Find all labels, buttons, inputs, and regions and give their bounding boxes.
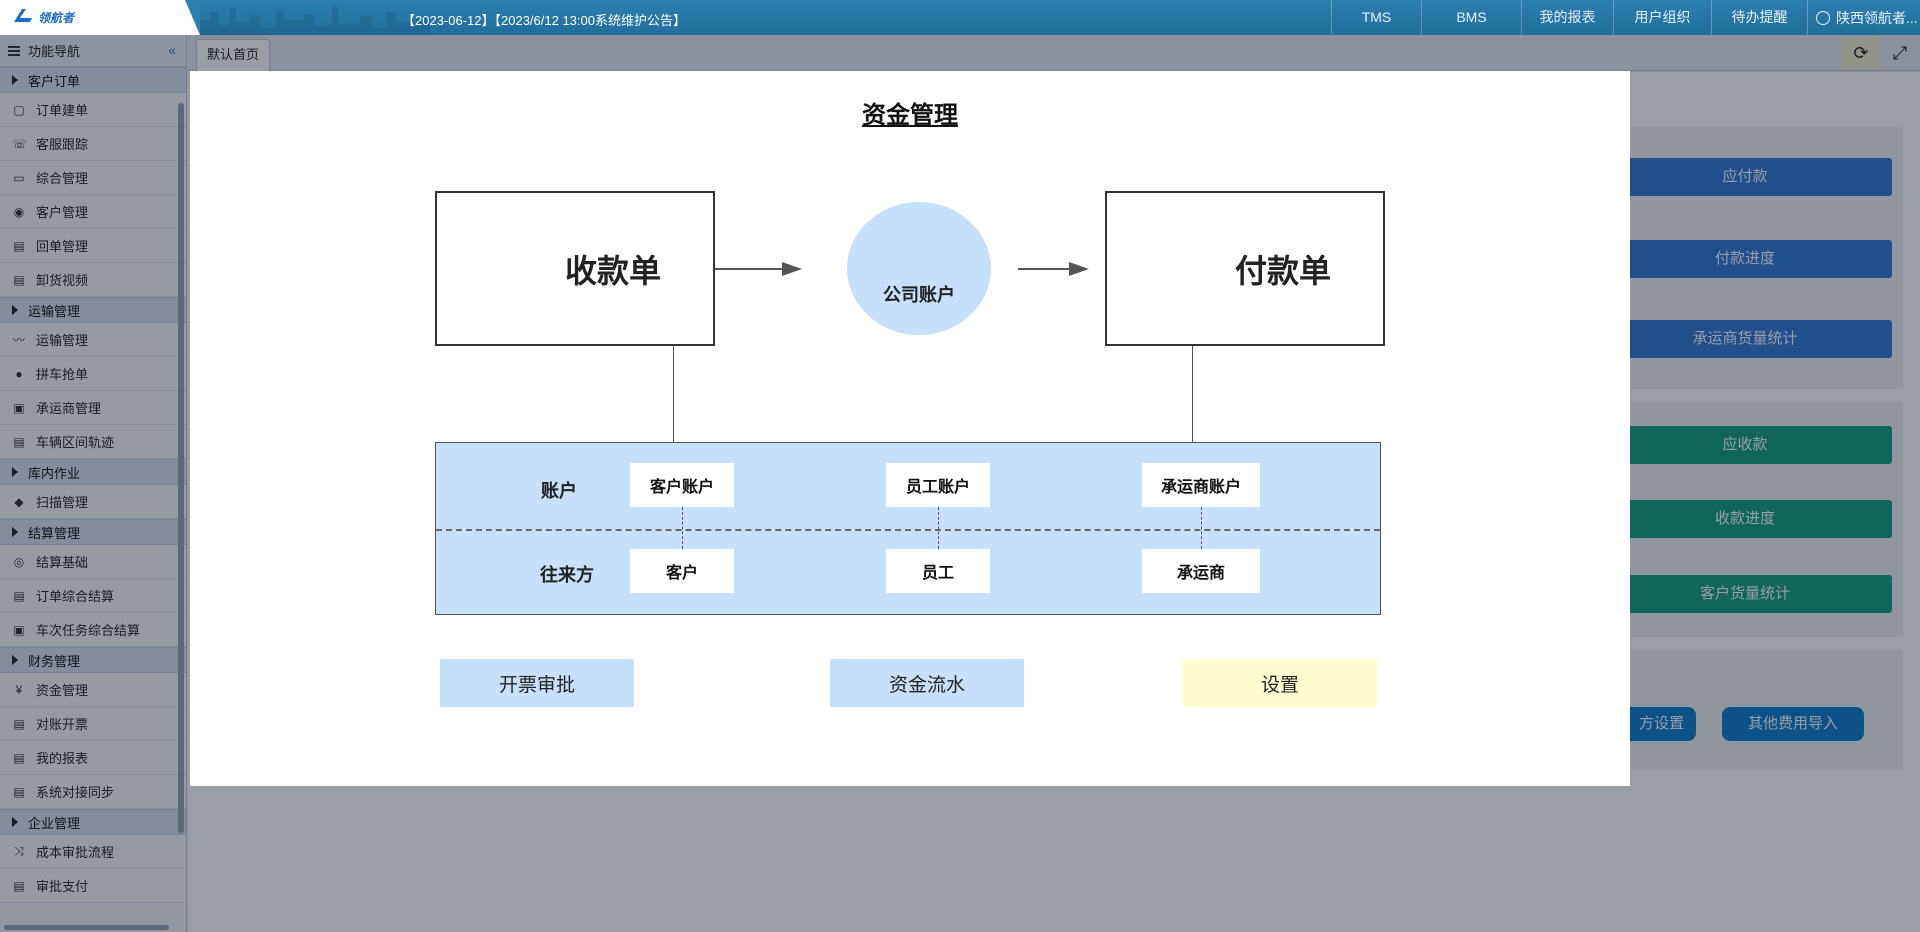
maintenance-notice[interactable]: 【2023-06-12】【2023/6/12 13:00系统维护公告】 [402, 10, 686, 29]
settings-action-button[interactable]: 设置 [1183, 659, 1377, 707]
arrow-account-to-payment [1018, 268, 1070, 270]
arrow-head [1069, 262, 1089, 276]
top-bar: 领航者 【2023-06-12】【2023/6/12 13:00系统维护公告】 … [0, 0, 1920, 35]
connector-line [673, 346, 674, 442]
employee-box[interactable]: 员工 [886, 549, 990, 593]
fund-flow-button[interactable]: 资金流水 [830, 659, 1024, 707]
row-label-party: 往来方 [540, 565, 594, 585]
carrier-box[interactable]: 承运商 [1142, 549, 1260, 593]
connector-line [1192, 346, 1193, 442]
employee-account-box[interactable]: 员工账户 [886, 463, 990, 507]
top-nav: TMS BMS 我的报表 用户组织 待办提醒 陕西领航者... [1331, 0, 1920, 35]
link-dashed [938, 507, 939, 549]
nav-tms[interactable]: TMS [1331, 0, 1421, 35]
user-icon [1816, 10, 1830, 25]
nav-bms[interactable]: BMS [1421, 0, 1521, 35]
carrier-account-box[interactable]: 承运商账户 [1142, 463, 1260, 507]
receipt-node[interactable]: 收款单 [435, 191, 715, 346]
accounts-diagram: 账户 往来方 客户账户 员工账户 承运商账户 客户 员工 承运商 [435, 442, 1381, 615]
customer-account-box[interactable]: 客户账户 [630, 463, 734, 507]
nav-todo-reminders[interactable]: 待办提醒 [1711, 0, 1807, 35]
user-menu[interactable]: 陕西领航者... [1807, 0, 1920, 35]
row-label-account: 账户 [541, 481, 577, 501]
invoice-approval-button[interactable]: 开票审批 [440, 659, 634, 707]
nav-user-org[interactable]: 用户组织 [1613, 0, 1711, 35]
modal-title: 资金管理 [862, 102, 958, 129]
company-account-node[interactable]: 公司账户 [847, 202, 991, 335]
arrow-head [782, 262, 802, 276]
nav-my-reports[interactable]: 我的报表 [1521, 0, 1613, 35]
divider-dashed [436, 529, 1380, 531]
link-dashed [682, 507, 683, 549]
payment-node[interactable]: 付款单 [1105, 191, 1385, 346]
logo-text: 领航者 [38, 11, 75, 25]
link-dashed [1201, 507, 1202, 549]
fund-management-modal: 资金管理 收款单 公司账户 付款单 账户 往来方 客户账户 员工账户 承运商账户… [190, 71, 1630, 786]
logo: 领航者 [0, 0, 200, 35]
logo-icon [14, 9, 32, 22]
customer-box[interactable]: 客户 [630, 549, 734, 593]
arrow-receipt-to-account [715, 268, 783, 270]
user-name: 陕西领航者... [1836, 9, 1918, 26]
